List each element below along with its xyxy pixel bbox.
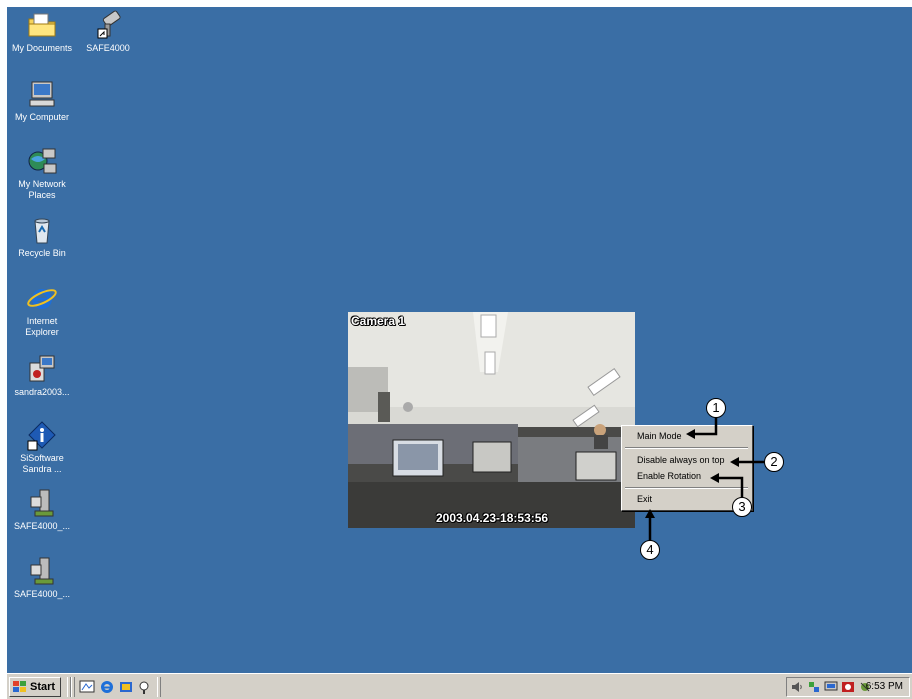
- start-button[interactable]: Start: [9, 677, 61, 697]
- search-icon[interactable]: [137, 679, 153, 695]
- outlook-icon[interactable]: [118, 679, 134, 695]
- clock[interactable]: 6:53 PM: [866, 678, 903, 696]
- callout-1: 1: [706, 398, 726, 418]
- callout-arrows: [645, 417, 764, 540]
- network-tray-icon[interactable]: [807, 680, 821, 694]
- windows-logo-icon: [13, 681, 26, 692]
- taskbar-grip: [157, 677, 161, 697]
- show-desktop-icon[interactable]: [79, 679, 95, 695]
- callout-4: 4: [640, 540, 660, 560]
- screen: My Documents SAFE4000 My Computer My Net…: [0, 0, 912, 699]
- start-label: Start: [30, 681, 56, 693]
- display-tray-icon[interactable]: [824, 680, 838, 694]
- volume-icon[interactable]: [790, 680, 804, 694]
- system-tray: 6:53 PM: [786, 677, 910, 697]
- taskbar: Start 6:53 PM: [7, 673, 912, 699]
- callout-3: 3: [732, 497, 752, 517]
- taskbar-grip: [71, 677, 75, 697]
- internet-explorer-icon[interactable]: [99, 679, 115, 695]
- antivirus-icon[interactable]: [841, 680, 855, 694]
- callout-2: 2: [764, 452, 784, 472]
